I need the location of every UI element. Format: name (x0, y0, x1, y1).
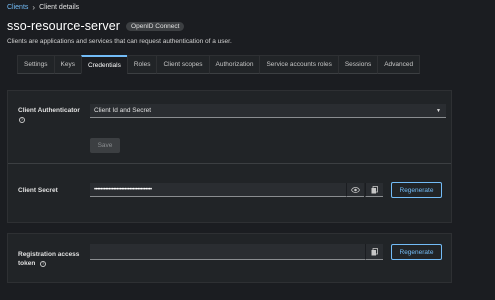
tab-bar: Settings Keys Credentials Roles Client s… (17, 55, 421, 74)
client-authenticator-label: Client Authenticator (18, 107, 80, 114)
tab-credentials[interactable]: Credentials (80, 55, 127, 74)
registration-token-label-line2-row: token ? (18, 259, 79, 268)
registration-token-label-line2: token (18, 260, 36, 267)
copy-secret-button[interactable] (365, 183, 383, 197)
eye-icon (351, 186, 360, 193)
help-icon[interactable]: ? (40, 261, 47, 267)
regenerate-secret-button[interactable]: Regenerate (391, 182, 442, 198)
tab-authorization[interactable]: Authorization (208, 55, 260, 74)
tab-sessions[interactable]: Sessions (337, 55, 378, 74)
client-secret-field[interactable]: •••••••••••••••••••••••••••••••••••• (90, 183, 346, 197)
breadcrumb: Clients › Client details (7, 3, 79, 12)
tab-settings[interactable]: Settings (17, 55, 54, 74)
registration-token-label-line1: Registration access (18, 251, 80, 258)
tab-roles[interactable]: Roles (126, 55, 157, 74)
registration-token-label: Registration access token ? (18, 250, 79, 268)
breadcrumb-separator: › (32, 3, 36, 12)
copy-icon (371, 185, 378, 193)
regenerate-token-button[interactable]: Regenerate (391, 244, 442, 260)
show-secret-button[interactable] (346, 183, 364, 197)
tab-advanced[interactable]: Advanced (377, 55, 421, 74)
client-secret-label: Client Secret (18, 187, 58, 194)
tab-client-scopes[interactable]: Client scopes (156, 55, 209, 74)
copy-icon (371, 247, 378, 255)
page-subtitle: Clients are applications and services th… (7, 38, 232, 45)
breadcrumb-clients-link[interactable]: Clients (7, 4, 28, 11)
breadcrumb-current: Client details (39, 4, 80, 11)
page-title: sso-resource-server (7, 19, 121, 33)
registration-token-field[interactable] (90, 244, 365, 260)
client-authenticator-value: Client Id and Secret (94, 107, 152, 114)
credentials-card: Client Authenticator ? Client Id and Sec… (7, 90, 452, 223)
caret-down-icon: ▼ (436, 107, 441, 114)
help-icon[interactable]: ? (19, 117, 25, 123)
tab-service-accounts-roles[interactable]: Service accounts roles (259, 55, 338, 74)
tab-keys[interactable]: Keys (53, 55, 81, 74)
client-authenticator-label-text: Client Authenticator (18, 107, 80, 114)
client-authenticator-select[interactable]: Client Id and Secret ▼ (90, 104, 446, 118)
save-button[interactable]: Save (90, 138, 120, 153)
protocol-badge: OpenID Connect (126, 21, 185, 31)
title-row: sso-resource-server OpenID Connect (7, 19, 185, 33)
card-divider (8, 163, 451, 164)
registration-token-card: Registration access token ? Regenerate (7, 233, 452, 283)
copy-token-button[interactable] (365, 244, 383, 260)
